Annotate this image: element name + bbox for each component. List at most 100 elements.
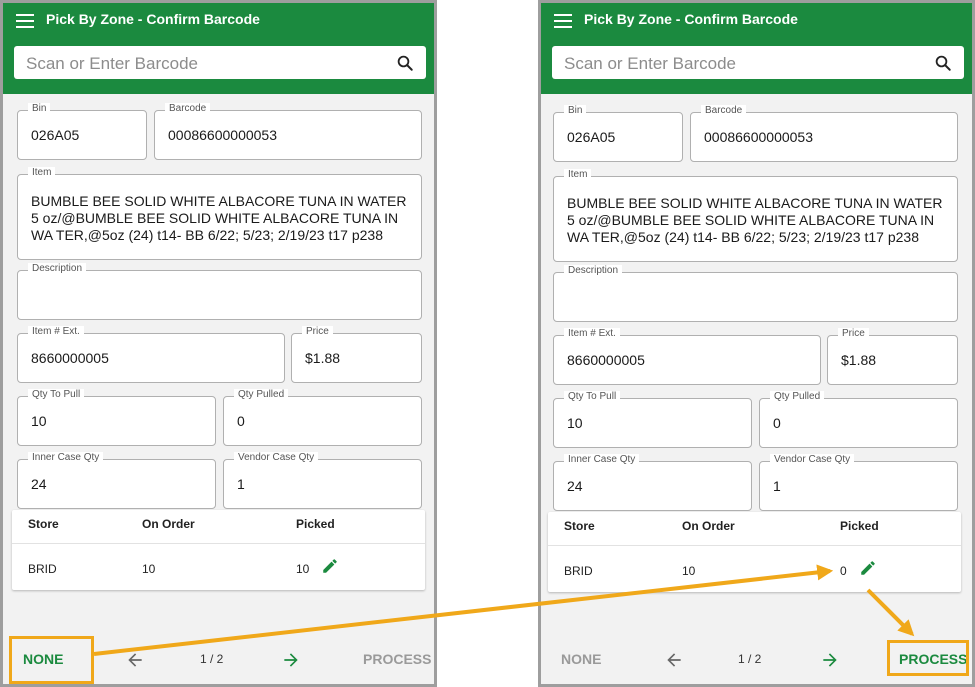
item-ext-field: Item # Ext. 8660000005 bbox=[17, 326, 285, 383]
qty-to-pull-field: Qty To Pull 10 bbox=[17, 389, 216, 446]
qty-pulled-field: Qty Pulled 0 bbox=[223, 389, 422, 446]
picked-header: Picked bbox=[840, 519, 879, 533]
page-indicator: 1 / 2 bbox=[200, 652, 224, 666]
barcode-search-input[interactable] bbox=[24, 46, 378, 81]
arrow-forward-icon[interactable] bbox=[281, 650, 301, 670]
item-field: Item BUMBLE BEE SOLID WHITE ALBACORE TUN… bbox=[553, 169, 958, 262]
page-indicator: 1 / 2 bbox=[738, 652, 762, 666]
vendor-case-qty-field: Vendor Case Qty 1 bbox=[759, 454, 958, 511]
arrow-forward-icon[interactable] bbox=[820, 650, 840, 670]
arrow-back-icon[interactable] bbox=[125, 650, 145, 670]
highlight-none-box bbox=[9, 636, 94, 684]
bin-field: Bin 026A05 bbox=[17, 103, 147, 160]
item-value: BUMBLE BEE SOLID WHITE ALBACORE TUNA IN … bbox=[31, 193, 407, 243]
inner-case-qty-field: Inner Case Qty 24 bbox=[17, 452, 216, 509]
vendor-case-qty-field: Vendor Case Qty 1 bbox=[223, 452, 422, 509]
table-divider bbox=[12, 543, 425, 544]
description-label: Description bbox=[28, 263, 87, 275]
qty-pulled-value: 0 bbox=[237, 413, 245, 429]
barcode-field: Barcode 00086600000053 bbox=[690, 105, 958, 162]
vendor-case-qty-value: 1 bbox=[773, 478, 781, 494]
app-bar: Pick By Zone - Confirm Barcode bbox=[3, 3, 434, 94]
search-icon[interactable] bbox=[396, 54, 414, 72]
store-header: Store bbox=[564, 519, 595, 533]
store-table: Store On Order Picked BRID 10 10 bbox=[12, 510, 425, 590]
qty-to-pull-value: 10 bbox=[567, 415, 583, 431]
qty-pulled-label: Qty Pulled bbox=[770, 391, 825, 403]
item-field: Item BUMBLE BEE SOLID WHITE ALBACORE TUN… bbox=[17, 167, 422, 260]
barcode-label: Barcode bbox=[701, 105, 747, 117]
app-title: Pick By Zone - Confirm Barcode bbox=[46, 11, 260, 27]
store-table: Store On Order Picked BRID 10 0 bbox=[548, 512, 961, 592]
barcode-search-input[interactable] bbox=[562, 46, 916, 81]
app-bar: Pick By Zone - Confirm Barcode bbox=[541, 3, 972, 94]
qty-to-pull-label: Qty To Pull bbox=[564, 391, 621, 403]
price-value: $1.88 bbox=[841, 352, 877, 368]
on-order-header: On Order bbox=[142, 517, 195, 531]
row-picked: 0 bbox=[840, 564, 847, 578]
right-screen: Pick By Zone - Confirm Barcode Bin 026A0… bbox=[538, 0, 975, 687]
process-button[interactable]: PROCESS bbox=[363, 651, 431, 667]
row-store: BRID bbox=[564, 564, 593, 578]
inner-case-qty-value: 24 bbox=[31, 476, 47, 492]
bin-label: Bin bbox=[28, 103, 51, 115]
vendor-case-qty-value: 1 bbox=[237, 476, 245, 492]
row-on-order: 10 bbox=[682, 564, 696, 578]
qty-pulled-label: Qty Pulled bbox=[234, 389, 289, 401]
menu-icon[interactable] bbox=[16, 14, 34, 28]
item-label: Item bbox=[28, 167, 56, 179]
bin-value: 026A05 bbox=[31, 127, 80, 143]
barcode-value: 00086600000053 bbox=[168, 127, 278, 143]
inner-case-qty-label: Inner Case Qty bbox=[564, 454, 640, 466]
row-store: BRID bbox=[28, 562, 57, 576]
barcode-label: Barcode bbox=[165, 103, 211, 115]
menu-icon[interactable] bbox=[554, 14, 572, 28]
highlight-process-box bbox=[887, 640, 969, 676]
table-divider bbox=[548, 545, 961, 546]
price-label: Price bbox=[838, 328, 869, 340]
item-ext-value: 8660000005 bbox=[31, 350, 109, 366]
inner-case-qty-value: 24 bbox=[567, 478, 583, 494]
qty-to-pull-label: Qty To Pull bbox=[28, 389, 85, 401]
bin-field: Bin 026A05 bbox=[553, 105, 683, 162]
bin-label: Bin bbox=[564, 105, 587, 117]
inner-case-qty-field: Inner Case Qty 24 bbox=[553, 454, 752, 511]
none-button[interactable]: NONE bbox=[561, 651, 601, 667]
store-header: Store bbox=[28, 517, 59, 531]
description-label: Description bbox=[564, 265, 623, 277]
item-ext-label: Item # Ext. bbox=[28, 326, 84, 338]
item-ext-label: Item # Ext. bbox=[564, 328, 620, 340]
arrow-back-icon[interactable] bbox=[664, 650, 684, 670]
qty-pulled-field: Qty Pulled 0 bbox=[759, 391, 958, 448]
item-ext-field: Item # Ext. 8660000005 bbox=[553, 328, 821, 385]
barcode-search-box bbox=[14, 46, 426, 81]
app-title: Pick By Zone - Confirm Barcode bbox=[584, 11, 798, 27]
barcode-field: Barcode 00086600000053 bbox=[154, 103, 422, 160]
item-label: Item bbox=[564, 169, 592, 181]
price-value: $1.88 bbox=[305, 350, 341, 366]
barcode-value: 00086600000053 bbox=[704, 129, 814, 145]
row-on-order: 10 bbox=[142, 562, 156, 576]
item-ext-value: 8660000005 bbox=[567, 352, 645, 368]
on-order-header: On Order bbox=[682, 519, 735, 533]
vendor-case-qty-label: Vendor Case Qty bbox=[770, 454, 855, 466]
vendor-case-qty-label: Vendor Case Qty bbox=[234, 452, 319, 464]
row-picked: 10 bbox=[296, 562, 310, 576]
qty-to-pull-value: 10 bbox=[31, 413, 47, 429]
description-field: Description bbox=[17, 263, 422, 320]
bin-value: 026A05 bbox=[567, 129, 616, 145]
left-screen: Pick By Zone - Confirm Barcode Bin 026A0… bbox=[0, 0, 437, 687]
barcode-search-box bbox=[552, 46, 964, 81]
price-field: Price $1.88 bbox=[291, 326, 422, 383]
pencil-icon[interactable] bbox=[859, 559, 877, 577]
description-field: Description bbox=[553, 265, 958, 322]
picked-header: Picked bbox=[296, 517, 335, 531]
qty-pulled-value: 0 bbox=[773, 415, 781, 431]
price-label: Price bbox=[302, 326, 333, 338]
item-value: BUMBLE BEE SOLID WHITE ALBACORE TUNA IN … bbox=[567, 195, 943, 245]
price-field: Price $1.88 bbox=[827, 328, 958, 385]
inner-case-qty-label: Inner Case Qty bbox=[28, 452, 104, 464]
search-icon[interactable] bbox=[934, 54, 952, 72]
pencil-icon[interactable] bbox=[321, 557, 339, 575]
qty-to-pull-field: Qty To Pull 10 bbox=[553, 391, 752, 448]
